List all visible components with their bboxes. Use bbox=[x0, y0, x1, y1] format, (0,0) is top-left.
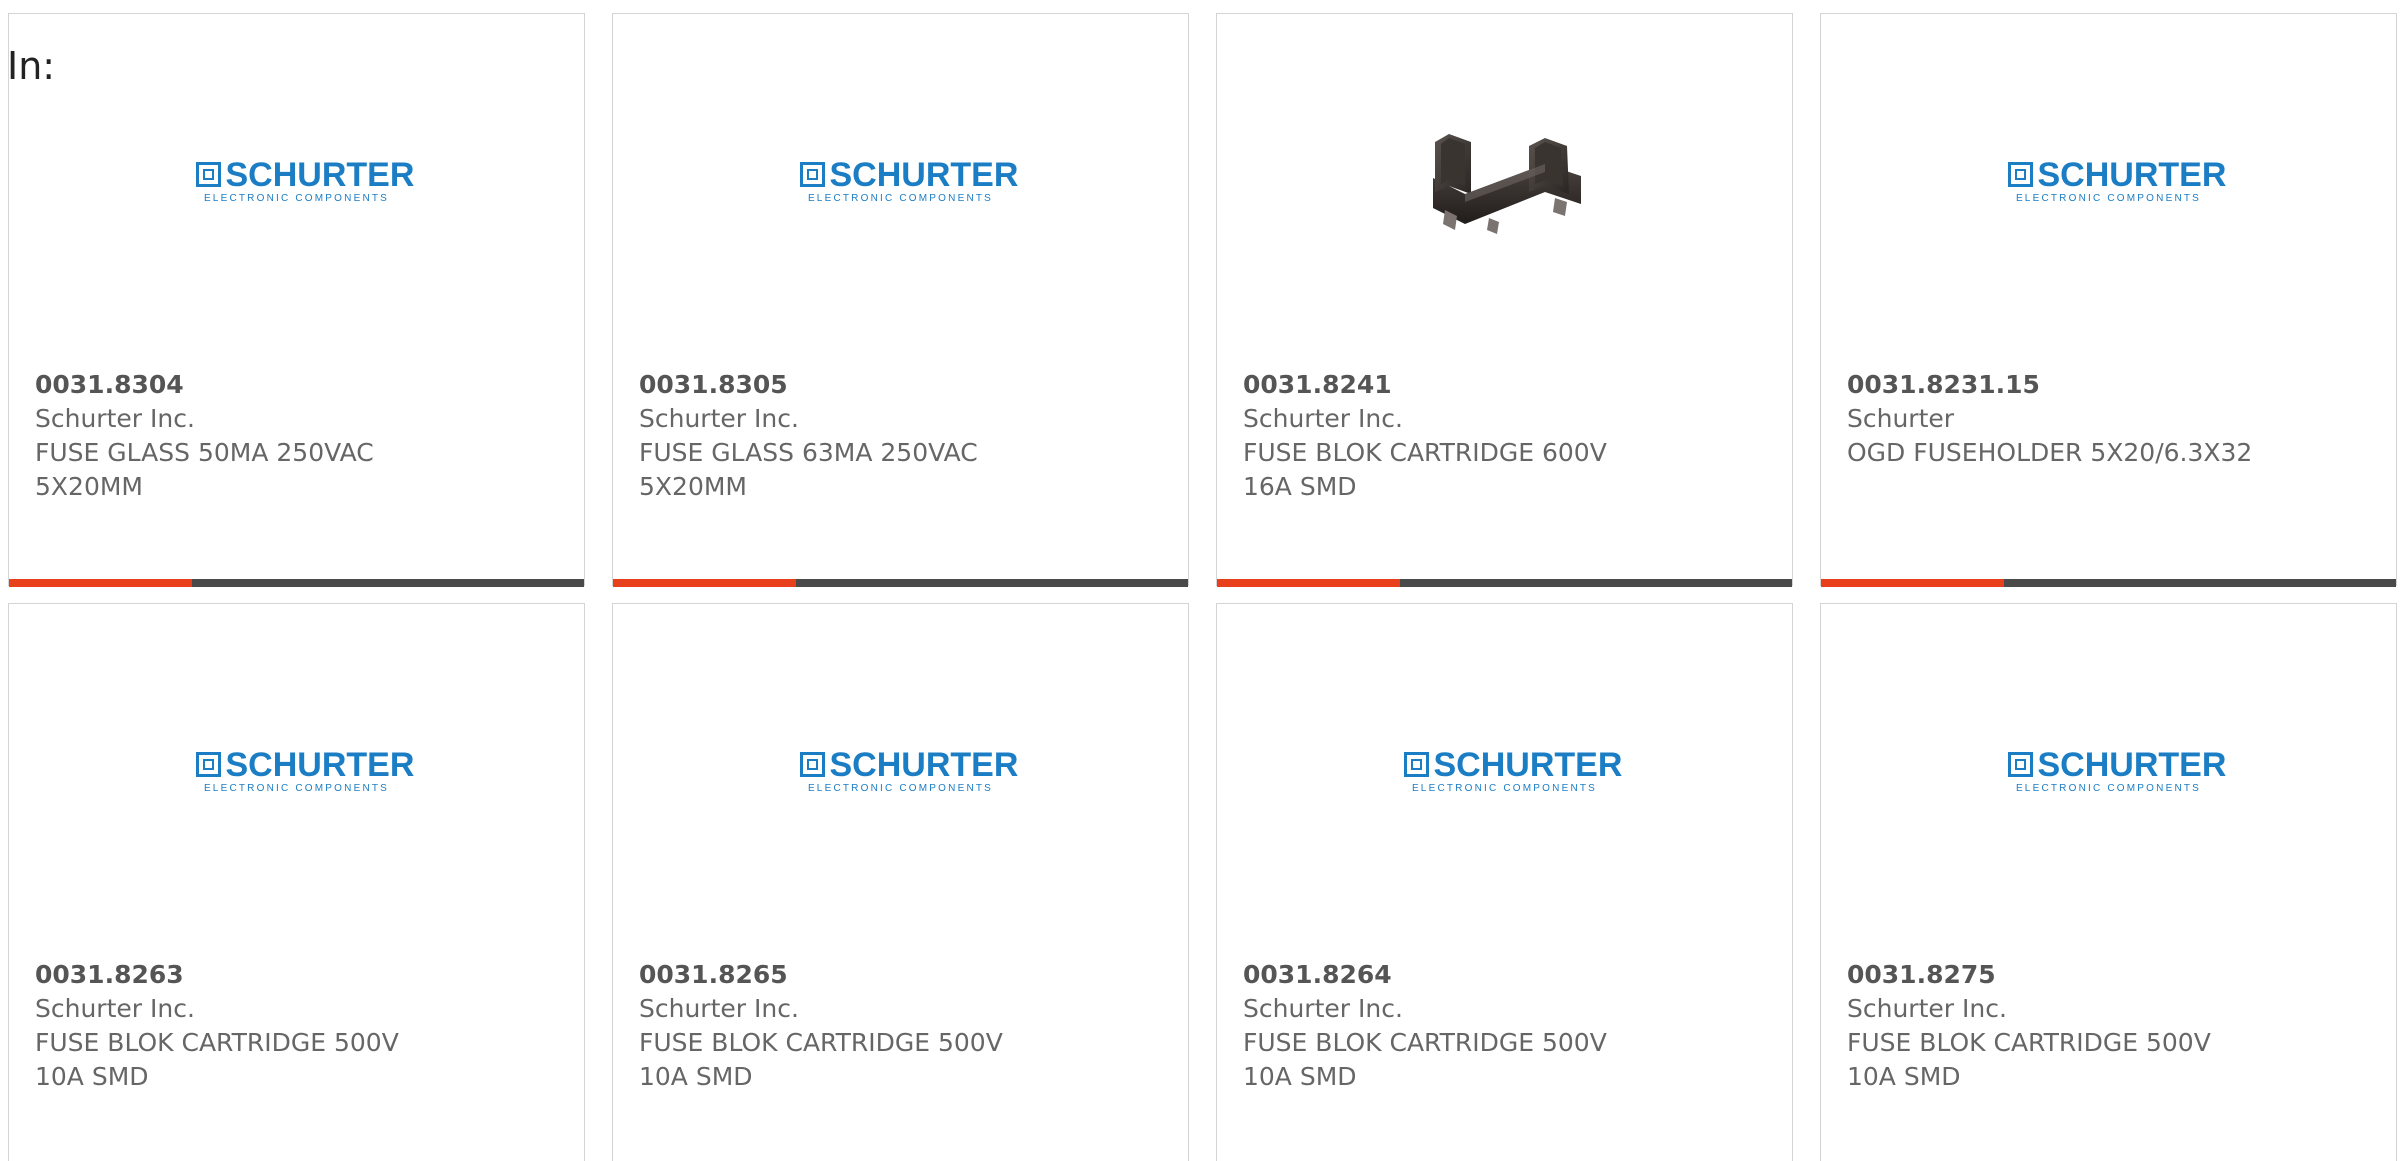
schurter-logo: SCHURTER ELECTRONIC COMPONENTS bbox=[195, 158, 414, 204]
manufacturer-name: Schurter bbox=[1847, 404, 1955, 433]
schurter-logo: SCHURTER ELECTRONIC COMPONENTS bbox=[799, 158, 1018, 204]
logo-tagline: ELECTRONIC COMPONENTS bbox=[203, 192, 390, 204]
product-image[interactable]: SCHURTER ELECTRONIC COMPONENTS bbox=[1821, 664, 2396, 879]
fuse-holder-photo bbox=[1432, 133, 1581, 234]
manufacturer-name: Schurter Inc. bbox=[35, 404, 195, 433]
product-image[interactable]: SCHURTER ELECTRONIC COMPONENTS bbox=[1217, 664, 1792, 879]
schurter-logo-mark-icon bbox=[799, 752, 825, 777]
filter-prefix-label: In: bbox=[7, 44, 56, 88]
schurter-logo: SCHURTER ELECTRONIC COMPONENTS bbox=[799, 748, 1018, 794]
product-card-0031.8275[interactable]: SCHURTER ELECTRONIC COMPONENTS 0031.8275… bbox=[1820, 603, 2397, 1161]
manufacturer-name: Schurter Inc. bbox=[639, 404, 799, 433]
part-number[interactable]: 0031.8265 bbox=[639, 958, 1168, 992]
schurter-logo-mark-icon bbox=[799, 162, 825, 187]
card-accent-bar bbox=[1217, 579, 1792, 587]
manufacturer-name: Schurter Inc. bbox=[1243, 994, 1403, 1023]
logo-wordmark: SCHURTER bbox=[829, 155, 1019, 194]
product-description: FUSE BLOK CARTRIDGE 500V bbox=[639, 1028, 1003, 1057]
product-description-cont: 5X20MM bbox=[35, 472, 143, 501]
product-info: 0031.8263 Schurter Inc. FUSE BLOK CARTRI… bbox=[35, 958, 564, 1094]
product-info: 0031.8264 Schurter Inc. FUSE BLOK CARTRI… bbox=[1243, 958, 1772, 1094]
card-accent-bar bbox=[613, 579, 1188, 587]
logo-wordmark: SCHURTER bbox=[1433, 745, 1623, 784]
logo-tagline: ELECTRONIC COMPONENTS bbox=[2015, 192, 2202, 204]
product-info: 0031.8241 Schurter Inc. FUSE BLOK CARTRI… bbox=[1243, 368, 1772, 504]
product-info: 0031.8265 Schurter Inc. FUSE BLOK CARTRI… bbox=[639, 958, 1168, 1094]
logo-tagline: ELECTRONIC COMPONENTS bbox=[807, 782, 994, 794]
logo-tagline: ELECTRONIC COMPONENTS bbox=[2015, 782, 2202, 794]
schurter-logo-mark-icon bbox=[1403, 752, 1429, 777]
product-card-0031.8231.15[interactable]: SCHURTER ELECTRONIC COMPONENTS 0031.8231… bbox=[1820, 13, 2397, 587]
product-info: 0031.8305 Schurter Inc. FUSE GLASS 63MA … bbox=[639, 368, 1168, 504]
product-description: FUSE GLASS 63MA 250VAC bbox=[639, 438, 978, 467]
logo-wordmark: SCHURTER bbox=[829, 745, 1019, 784]
part-number[interactable]: 0031.8263 bbox=[35, 958, 564, 992]
manufacturer-name: Schurter Inc. bbox=[35, 994, 195, 1023]
product-description: FUSE GLASS 50MA 250VAC bbox=[35, 438, 374, 467]
product-card-0031.8265[interactable]: SCHURTER ELECTRONIC COMPONENTS 0031.8265… bbox=[612, 603, 1189, 1161]
schurter-logo-mark-icon bbox=[2007, 162, 2033, 187]
schurter-logo-mark-icon bbox=[2007, 752, 2033, 777]
product-card-0031.8264[interactable]: SCHURTER ELECTRONIC COMPONENTS 0031.8264… bbox=[1216, 603, 1793, 1161]
card-accent-bar bbox=[1821, 579, 2396, 587]
product-description: FUSE BLOK CARTRIDGE 500V bbox=[1243, 1028, 1607, 1057]
logo-wordmark: SCHURTER bbox=[225, 745, 415, 784]
logo-wordmark: SCHURTER bbox=[225, 155, 415, 194]
schurter-logo: SCHURTER ELECTRONIC COMPONENTS bbox=[2007, 158, 2226, 204]
product-card-0031.8304[interactable]: SCHURTER ELECTRONIC COMPONENTS 0031.8304… bbox=[8, 13, 585, 587]
product-info: 0031.8275 Schurter Inc. FUSE BLOK CARTRI… bbox=[1847, 958, 2376, 1094]
product-info: 0031.8231.15 Schurter OGD FUSEHOLDER 5X2… bbox=[1847, 368, 2376, 470]
schurter-logo-mark-icon bbox=[195, 752, 221, 777]
part-number[interactable]: 0031.8305 bbox=[639, 368, 1168, 402]
logo-wordmark: SCHURTER bbox=[2037, 155, 2227, 194]
product-description-cont: 10A SMD bbox=[639, 1062, 753, 1091]
part-number[interactable]: 0031.8275 bbox=[1847, 958, 2376, 992]
product-card-0031.8263[interactable]: SCHURTER ELECTRONIC COMPONENTS 0031.8263… bbox=[8, 603, 585, 1161]
product-image[interactable] bbox=[1217, 74, 1792, 289]
part-number[interactable]: 0031.8241 bbox=[1243, 368, 1772, 402]
schurter-logo: SCHURTER ELECTRONIC COMPONENTS bbox=[2007, 748, 2226, 794]
part-number[interactable]: 0031.8304 bbox=[35, 368, 564, 402]
product-image[interactable]: SCHURTER ELECTRONIC COMPONENTS bbox=[1821, 74, 2396, 289]
manufacturer-name: Schurter Inc. bbox=[1243, 404, 1403, 433]
part-number[interactable]: 0031.8231.15 bbox=[1847, 368, 2376, 402]
logo-wordmark: SCHURTER bbox=[2037, 745, 2227, 784]
product-description-cont: 10A SMD bbox=[1847, 1062, 1961, 1091]
logo-tagline: ELECTRONIC COMPONENTS bbox=[203, 782, 390, 794]
schurter-logo: SCHURTER ELECTRONIC COMPONENTS bbox=[195, 748, 414, 794]
card-accent-bar bbox=[9, 579, 584, 587]
product-description-cont: 5X20MM bbox=[639, 472, 747, 501]
product-description: FUSE BLOK CARTRIDGE 600V bbox=[1243, 438, 1607, 467]
product-description-cont: 10A SMD bbox=[35, 1062, 149, 1091]
logo-tagline: ELECTRONIC COMPONENTS bbox=[1411, 782, 1598, 794]
product-description-cont: 10A SMD bbox=[1243, 1062, 1357, 1091]
manufacturer-name: Schurter Inc. bbox=[639, 994, 799, 1023]
product-description: OGD FUSEHOLDER 5X20/6.3X32 bbox=[1847, 438, 2253, 467]
logo-tagline: ELECTRONIC COMPONENTS bbox=[807, 192, 994, 204]
product-card-0031.8241[interactable]: 0031.8241 Schurter Inc. FUSE BLOK CARTRI… bbox=[1216, 13, 1793, 587]
product-image[interactable]: SCHURTER ELECTRONIC COMPONENTS bbox=[613, 664, 1188, 879]
product-description: FUSE BLOK CARTRIDGE 500V bbox=[1847, 1028, 2211, 1057]
product-image[interactable]: SCHURTER ELECTRONIC COMPONENTS bbox=[9, 74, 584, 289]
product-image[interactable]: SCHURTER ELECTRONIC COMPONENTS bbox=[9, 664, 584, 879]
product-description-cont: 16A SMD bbox=[1243, 472, 1357, 501]
schurter-logo: SCHURTER ELECTRONIC COMPONENTS bbox=[1403, 748, 1622, 794]
part-number[interactable]: 0031.8264 bbox=[1243, 958, 1772, 992]
product-card-0031.8305[interactable]: SCHURTER ELECTRONIC COMPONENTS 0031.8305… bbox=[612, 13, 1189, 587]
product-grid-page: In: SCHURTER ELECTRONIC COMPONENTS 0031.… bbox=[0, 0, 2400, 1161]
product-description: FUSE BLOK CARTRIDGE 500V bbox=[35, 1028, 399, 1057]
manufacturer-name: Schurter Inc. bbox=[1847, 994, 2007, 1023]
schurter-logo-mark-icon bbox=[195, 162, 221, 187]
product-image[interactable]: SCHURTER ELECTRONIC COMPONENTS bbox=[613, 74, 1188, 289]
product-info: 0031.8304 Schurter Inc. FUSE GLASS 50MA … bbox=[35, 368, 564, 504]
